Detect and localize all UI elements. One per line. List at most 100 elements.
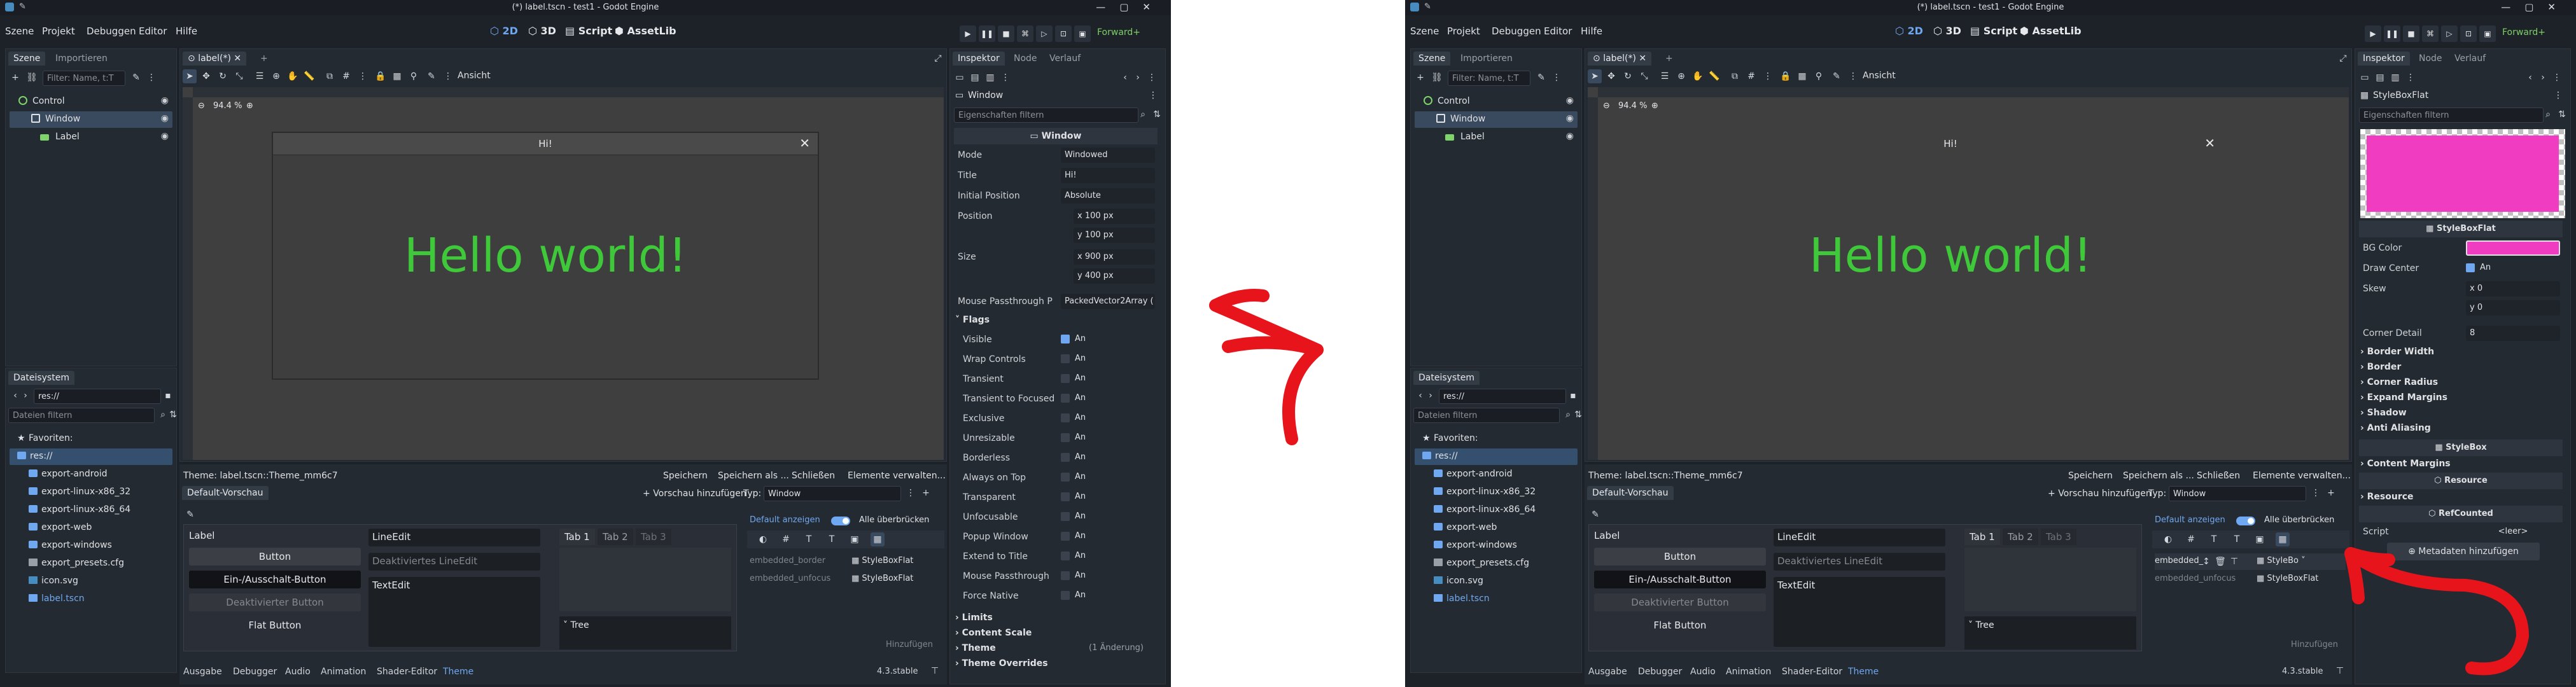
distraction-free-icon[interactable]: ⤢: [2336, 52, 2350, 66]
tree-item-window[interactable]: Window ◉: [10, 111, 172, 128]
delete-icon[interactable]: 🗑: [2213, 555, 2227, 569]
menu-szene[interactable]: Szene: [5, 25, 34, 37]
group-content-scale[interactable]: › Content Scale: [955, 628, 1032, 638]
zoom-in-icon[interactable]: ⊕: [246, 101, 253, 111]
fs-item-export-windows[interactable]: export-windows: [10, 538, 172, 554]
tree-item-label[interactable]: Label ◉: [1415, 129, 1578, 146]
skew-y-input[interactable]: y 0: [2466, 300, 2560, 316]
color-type-icon[interactable]: ◐: [756, 532, 770, 546]
manage-items-button[interactable]: Elemente verwalten...: [2253, 471, 2351, 481]
menu-projekt[interactable]: Projekt: [42, 25, 75, 37]
grid-snap-icon[interactable]: #: [339, 69, 353, 83]
fs-item-export-linux-64[interactable]: export-linux-x86_64: [1415, 502, 1578, 518]
preview-lineedit[interactable]: LineEdit: [368, 529, 540, 546]
flag-checkbox[interactable]: [1061, 512, 1070, 521]
select-mode-icon[interactable]: ➤: [1588, 69, 1602, 83]
scene-filter-input[interactable]: Filter: Name, t:T: [43, 71, 125, 86]
tab-node[interactable]: Node: [1009, 52, 1042, 66]
fs-item-export-presets[interactable]: export_presets.cfg: [1415, 555, 1578, 572]
pivot-icon[interactable]: ⊕: [1674, 69, 1688, 83]
style-item-value[interactable]: ▦ StyleBoxFlat: [851, 556, 913, 566]
fs-item-export-android[interactable]: export-android: [1415, 466, 1578, 483]
history-back-icon[interactable]: ‹: [2523, 71, 2537, 85]
property-filter-input[interactable]: Eigenschaften filtern: [954, 108, 1138, 123]
fs-item-export-web[interactable]: export-web: [10, 520, 172, 536]
scale-mode-icon[interactable]: ⤡: [232, 69, 246, 83]
pin-bottom-icon[interactable]: ⊤: [928, 664, 942, 678]
canvas-viewport[interactable]: ⊖ 94.4 % ⊕ Hi! ✕ Hello world!: [1588, 87, 2349, 460]
move-mode-icon[interactable]: ✥: [199, 69, 213, 83]
script-icon[interactable]: ✎: [1534, 71, 1548, 85]
fs-item-export-linux-32[interactable]: export-linux-x86_32: [1415, 484, 1578, 501]
flag-checkbox[interactable]: [1061, 374, 1070, 383]
group-resource[interactable]: › Resource: [2360, 492, 2414, 502]
add-item-button[interactable]: Hinzufügen: [2291, 640, 2338, 649]
group-limits[interactable]: › Limits: [955, 613, 993, 623]
window-controls[interactable]: —▢✕: [1096, 1, 1165, 13]
font-size-type-icon[interactable]: T: [825, 532, 839, 546]
group-theme[interactable]: › Theme (1 Änderung): [955, 643, 1144, 653]
tab-label-scene[interactable]: ⊙ label(*) ✕: [1588, 52, 1652, 66]
movie-icon[interactable]: ▣: [1074, 25, 1091, 42]
renderer-select[interactable]: Forward+: [1097, 27, 1140, 38]
object-menu-icon[interactable]: ⋮: [1149, 90, 1158, 101]
fs-item-icon-svg[interactable]: icon.svg: [1415, 573, 1578, 590]
link-icon[interactable]: ⛓: [1430, 71, 1444, 85]
workspace-script[interactable]: ▤ Script: [1970, 25, 2017, 37]
group-shadow[interactable]: › Shadow: [2360, 408, 2407, 418]
resource-menu-icon[interactable]: ⋮: [2404, 71, 2418, 85]
close-button[interactable]: Schließen: [2197, 471, 2240, 481]
group-content-margins[interactable]: › Content Margins: [2360, 459, 2451, 469]
zoom-level[interactable]: 94.4 %: [213, 101, 242, 111]
view-menu[interactable]: Ansicht: [1863, 71, 1896, 81]
new-tab-icon[interactable]: +: [255, 52, 273, 66]
tab-inspector[interactable]: Inspektor: [2358, 52, 2410, 66]
fs-item-export-web[interactable]: export-web: [1415, 520, 1578, 536]
object-history-icon[interactable]: ⋮: [2550, 71, 2564, 85]
path-field[interactable]: res://: [34, 389, 161, 404]
play-custom-icon[interactable]: ⊡: [1055, 25, 1072, 42]
tab-history[interactable]: Verlauf: [2449, 52, 2491, 66]
prop-passthrough-value[interactable]: PackedVector2Array (: [1061, 294, 1155, 309]
tree-item-control[interactable]: Control ◉: [10, 94, 172, 110]
sort-icon[interactable]: ⇅: [1571, 408, 1585, 422]
preview-toggle-button[interactable]: Ein-/Ausschalt-Button: [1594, 571, 1766, 588]
play-custom-icon[interactable]: ⊡: [2460, 25, 2477, 42]
group-expand-margins[interactable]: › Expand Margins: [2360, 392, 2447, 403]
font-type-icon[interactable]: T: [802, 532, 816, 546]
group-border[interactable]: › Border: [2360, 362, 2401, 372]
tab-inspector[interactable]: Inspektor: [953, 52, 1005, 66]
position-x-input[interactable]: x 100 px: [1074, 209, 1155, 224]
group-icon[interactable]: ▦: [1795, 69, 1809, 83]
show-default-toggle[interactable]: [831, 517, 850, 525]
menu-debuggen[interactable]: Debuggen: [87, 25, 136, 37]
files-filter-input[interactable]: Dateien filtern: [8, 408, 155, 423]
zoom-in-icon[interactable]: ⊕: [1651, 101, 1658, 111]
view-menu[interactable]: Ansicht: [458, 71, 491, 81]
save-resource-icon[interactable]: ▥: [2388, 71, 2402, 85]
flag-checkbox[interactable]: [1061, 335, 1070, 344]
type-select[interactable]: Window: [2169, 486, 2306, 501]
window-controls[interactable]: —▢✕: [2501, 1, 2570, 13]
property-filter-input[interactable]: Eigenschaften filtern: [2359, 108, 2544, 123]
manage-items-button[interactable]: Elemente verwalten...: [848, 471, 946, 481]
menu-debuggen[interactable]: Debuggen: [1492, 25, 1541, 37]
preview-toggle-button[interactable]: Ein-/Ausschalt-Button: [189, 571, 361, 588]
pause-icon[interactable]: ❚❚: [979, 25, 995, 42]
save-button[interactable]: Speichern: [2068, 471, 2113, 481]
preview-lineedit[interactable]: LineEdit: [1774, 529, 1945, 546]
save-as-button[interactable]: Speichern als ...: [718, 471, 789, 481]
snap-options-icon[interactable]: ⋮: [356, 69, 370, 83]
script-value[interactable]: <leer>: [2466, 524, 2560, 539]
preview-button[interactable]: Button: [1594, 548, 1766, 566]
tab-shader-editor[interactable]: Shader-Editor: [1782, 667, 1842, 677]
filter-options-icon[interactable]: ⋮: [1550, 71, 1564, 85]
color-type-icon[interactable]: ◐: [2161, 532, 2175, 546]
override-all-button[interactable]: Alle überbrücken: [859, 515, 929, 525]
split-view-icon[interactable]: ▪: [161, 389, 175, 403]
remote-debug-icon[interactable]: ⌘: [1017, 25, 1033, 42]
preview-tab-1[interactable]: Tab 1: [559, 529, 595, 545]
flag-checkbox[interactable]: [1061, 354, 1070, 363]
paint-icon[interactable]: ✎: [1830, 69, 1844, 83]
tab-default-preview[interactable]: Default-Vorschau: [1587, 486, 1674, 500]
